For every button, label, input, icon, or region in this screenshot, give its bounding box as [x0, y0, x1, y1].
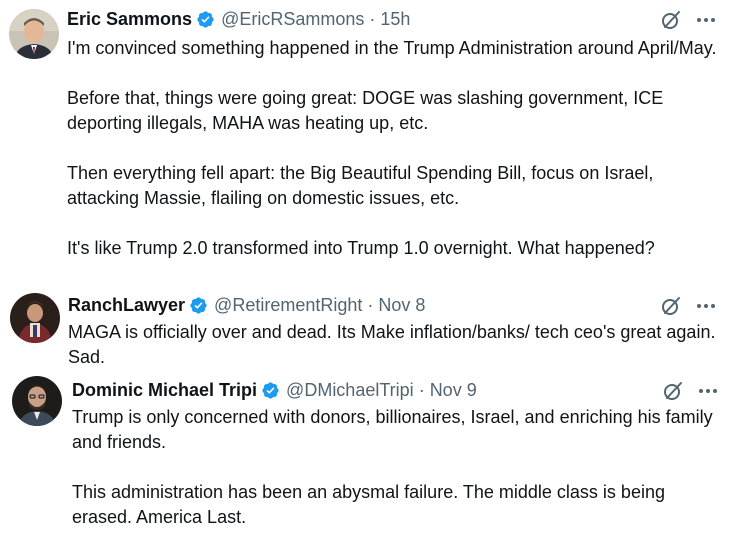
tweet-text: MAGA is officially over and dead. Its Ma… [68, 320, 718, 370]
tweet-paragraph: It's like Trump 2.0 transformed into Tru… [67, 238, 655, 258]
grok-icon[interactable] [660, 295, 682, 317]
verified-badge-icon [261, 381, 280, 400]
timestamp[interactable]: Nov 8 [378, 294, 425, 316]
author-handle[interactable]: @DMichaelTripi [286, 379, 414, 401]
tweet-paragraph: MAGA is officially over and dead. Its Ma… [68, 322, 716, 367]
more-icon[interactable] [696, 17, 716, 23]
tweet-actions [660, 295, 716, 317]
separator: · [367, 295, 374, 315]
verified-badge-icon [189, 296, 208, 315]
timestamp[interactable]: 15h [380, 8, 410, 30]
tweet-header: Dominic Michael Tripi @DMichaelTripi · N… [72, 379, 477, 401]
author-name[interactable]: Dominic Michael Tripi [72, 379, 257, 401]
tweet-paragraph: I'm convinced something happened in the … [67, 38, 717, 58]
tweet-paragraph: Then everything fell apart: the Big Beau… [67, 163, 654, 208]
tweet-header: Eric Sammons @EricRSammons · 15h [67, 8, 410, 30]
tweet-eric-sammons[interactable]: Eric Sammons @EricRSammons · 15h I'm con… [0, 0, 734, 288]
tweet-actions [660, 9, 716, 31]
avatar[interactable] [12, 376, 62, 426]
author-handle[interactable]: @RetirementRight [214, 294, 362, 316]
author-name[interactable]: Eric Sammons [67, 8, 192, 30]
author-handle[interactable]: @EricRSammons [221, 8, 364, 30]
more-icon[interactable] [698, 388, 718, 394]
more-icon[interactable] [696, 303, 716, 309]
tweet-ranchlawyer[interactable]: RanchLawyer @RetirementRight · Nov 8 MAG… [0, 288, 734, 370]
tweet-text: Trump is only concerned with donors, bil… [72, 405, 717, 530]
tweet-paragraph: Before that, things were going great: DO… [67, 88, 664, 133]
separator: · [369, 9, 376, 29]
author-name[interactable]: RanchLawyer [68, 294, 185, 316]
separator: · [418, 380, 425, 400]
tweet-actions [662, 380, 718, 402]
grok-icon[interactable] [662, 380, 684, 402]
grok-icon[interactable] [660, 9, 682, 31]
avatar[interactable] [9, 9, 59, 59]
tweet-paragraph: Trump is only concerned with donors, bil… [72, 407, 713, 452]
tweet-header: RanchLawyer @RetirementRight · Nov 8 [68, 294, 425, 316]
avatar[interactable] [10, 293, 60, 343]
verified-badge-icon [196, 10, 215, 29]
tweet-text: I'm convinced something happened in the … [67, 36, 717, 261]
tweet-dominic-michael-tripi[interactable]: Dominic Michael Tripi @DMichaelTripi · N… [0, 370, 734, 536]
timestamp[interactable]: Nov 9 [430, 379, 477, 401]
tweet-paragraph: This administration has been an abysmal … [72, 482, 665, 527]
